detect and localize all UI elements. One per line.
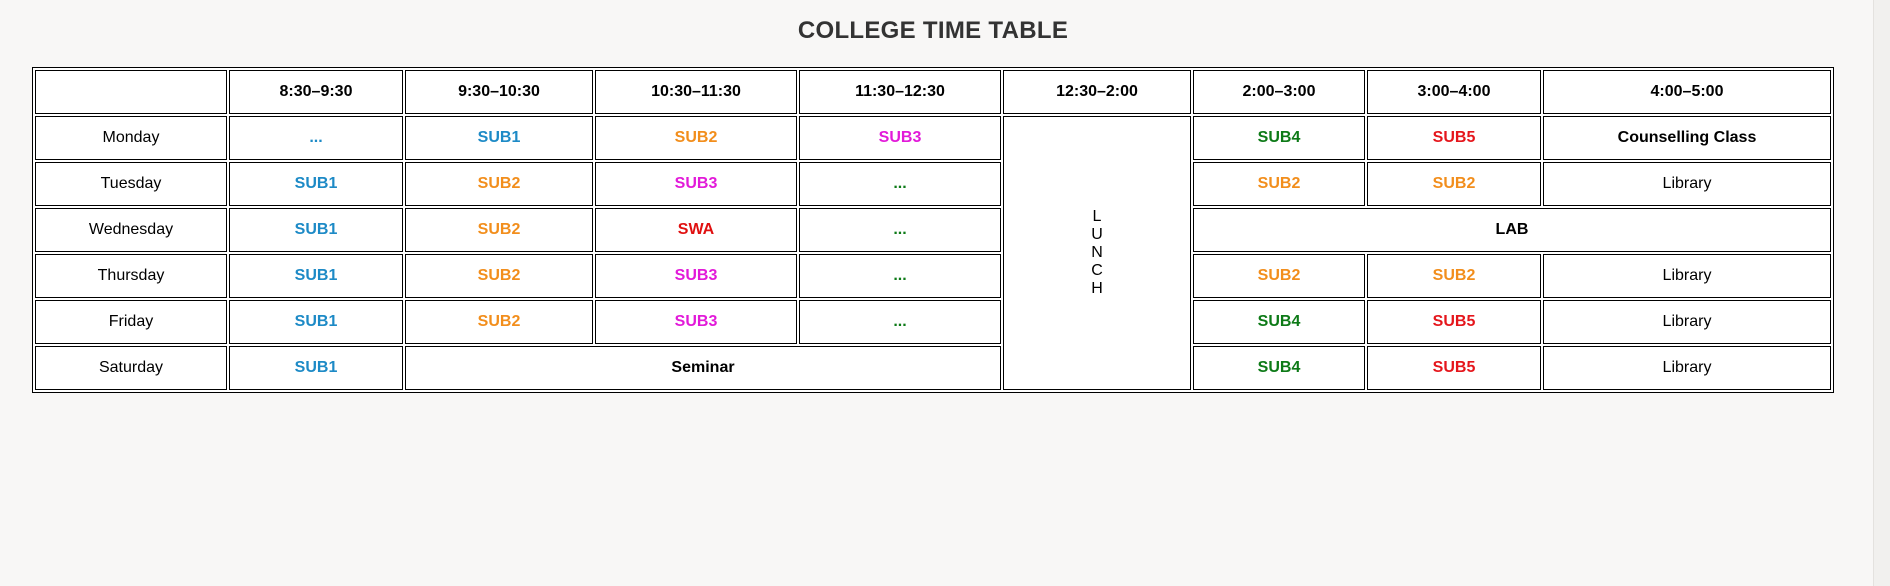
- period-cell: ...: [799, 254, 1001, 298]
- table-row: Tuesday SUB1 SUB2 SUB3 ... SUB2 SUB2 Lib…: [35, 162, 1831, 206]
- period-cell: SUB1: [229, 300, 403, 344]
- period-cell: SUB4: [1193, 300, 1365, 344]
- header-corner: [35, 70, 227, 114]
- period-cell: SUB2: [1367, 254, 1541, 298]
- period-cell: SUB2: [405, 300, 593, 344]
- period-cell: SUB5: [1367, 346, 1541, 390]
- seminar-cell: Seminar: [405, 346, 1001, 390]
- header-slot: 9:30–10:30: [405, 70, 593, 114]
- header-slot: 2:00–3:00: [1193, 70, 1365, 114]
- period-cell: SUB3: [595, 300, 797, 344]
- period-cell: SUB4: [1193, 116, 1365, 160]
- header-row: 8:30–9:30 9:30–10:30 10:30–11:30 11:30–1…: [35, 70, 1831, 114]
- lunch-letter: L: [1092, 208, 1102, 225]
- timetable: 8:30–9:30 9:30–10:30 10:30–11:30 11:30–1…: [32, 67, 1834, 393]
- period-cell: SUB3: [799, 116, 1001, 160]
- lunch-vertical-text: L U N C H: [1091, 208, 1103, 298]
- period-cell: Library: [1543, 254, 1831, 298]
- lunch-letter: U: [1091, 226, 1103, 243]
- day-cell: Tuesday: [35, 162, 227, 206]
- period-cell: Library: [1543, 346, 1831, 390]
- table-row: Friday SUB1 SUB2 SUB3 ... SUB4 SUB5 Libr…: [35, 300, 1831, 344]
- period-cell: SUB5: [1367, 300, 1541, 344]
- page: COLLEGE TIME TABLE 8:30–9:30 9:30–10:30 …: [0, 0, 1890, 586]
- period-cell: Library: [1543, 162, 1831, 206]
- day-cell: Friday: [35, 300, 227, 344]
- day-cell: Thursday: [35, 254, 227, 298]
- header-slot-lunch: 12:30–2:00: [1003, 70, 1191, 114]
- page-title: COLLEGE TIME TABLE: [797, 17, 1069, 44]
- period-cell: SUB2: [1193, 162, 1365, 206]
- table-row: Wednesday SUB1 SUB2 SWA ... LAB: [35, 208, 1831, 252]
- lunch-letter: N: [1091, 244, 1103, 261]
- table-row: Monday ... SUB1 SUB2 SUB3 L U N C H SUB4…: [35, 116, 1831, 390]
- period-cell: SUB1: [229, 254, 403, 298]
- period-cell: SUB2: [595, 116, 797, 160]
- period-cell: SUB2: [405, 162, 593, 206]
- period-cell: SWA: [595, 208, 797, 252]
- period-cell: SUB1: [229, 346, 403, 390]
- day-cell: Monday: [35, 116, 227, 160]
- period-cell: SUB4: [1193, 346, 1365, 390]
- header-slot: 4:00–5:00: [1543, 70, 1831, 114]
- header-slot: 8:30–9:30: [229, 70, 403, 114]
- day-cell: Wednesday: [35, 208, 227, 252]
- header-slot: 11:30–12:30: [799, 70, 1001, 114]
- period-cell: ...: [799, 300, 1001, 344]
- period-cell: SUB3: [595, 254, 797, 298]
- lab-cell: LAB: [1193, 208, 1831, 252]
- period-cell: SUB1: [405, 116, 593, 160]
- period-cell: ...: [229, 116, 403, 160]
- period-cell: SUB2: [405, 208, 593, 252]
- table-row: Thursday SUB1 SUB2 SUB3 ... SUB2 SUB2 Li…: [35, 254, 1831, 298]
- period-cell: SUB2: [405, 254, 593, 298]
- day-cell: Saturday: [35, 346, 227, 390]
- lunch-cell: L U N C H: [1003, 116, 1191, 390]
- lunch-letter: H: [1091, 280, 1103, 297]
- period-cell: ...: [799, 208, 1001, 252]
- period-cell: Library: [1543, 300, 1831, 344]
- period-cell: SUB1: [229, 208, 403, 252]
- header-slot: 3:00–4:00: [1367, 70, 1541, 114]
- period-cell: SUB3: [595, 162, 797, 206]
- period-cell: SUB5: [1367, 116, 1541, 160]
- vertical-scrollbar[interactable]: [1873, 0, 1890, 586]
- period-cell: ...: [799, 162, 1001, 206]
- period-cell: SUB1: [229, 162, 403, 206]
- header-slot: 10:30–11:30: [595, 70, 797, 114]
- period-cell: Counselling Class: [1543, 116, 1831, 160]
- period-cell: SUB2: [1367, 162, 1541, 206]
- period-cell: SUB2: [1193, 254, 1365, 298]
- table-row: Saturday SUB1 Seminar SUB4 SUB5 Library: [35, 346, 1831, 390]
- lunch-letter: C: [1091, 262, 1103, 279]
